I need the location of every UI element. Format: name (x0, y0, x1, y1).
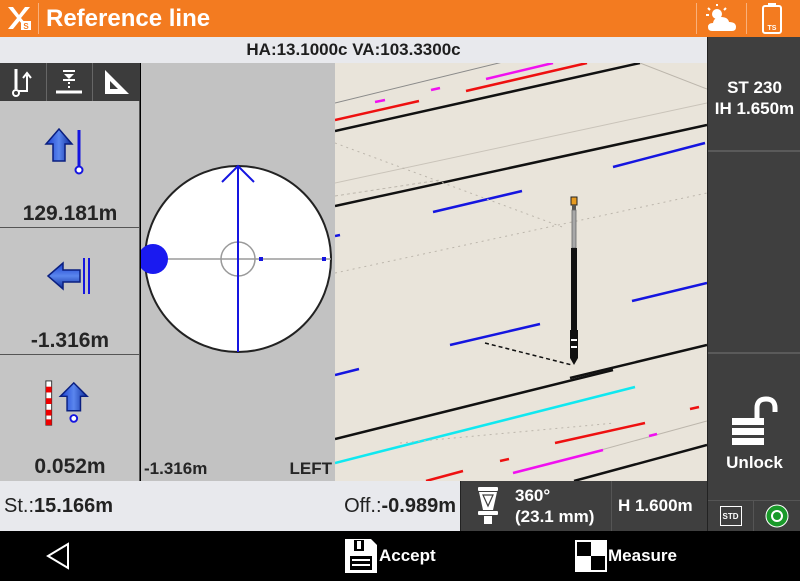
measure-mode-button[interactable]: STD (708, 501, 754, 531)
triangle-tool[interactable] (93, 63, 140, 101)
empty-panel-slot (708, 154, 800, 354)
cut-fill-value: 0.052m (34, 455, 106, 478)
back-icon[interactable] (40, 539, 80, 573)
scene-lines (335, 63, 707, 481)
tool-row (0, 63, 140, 101)
forward-arrow-icon (44, 127, 84, 175)
circle-side-label: LEFT (289, 459, 333, 478)
measure-label: Measure (608, 546, 677, 565)
prism-type: 360° (515, 486, 551, 505)
accept-label: Accept (379, 546, 436, 565)
3d-scene-view[interactable] (335, 63, 707, 481)
cut-fill-cell[interactable]: 0.052m (0, 355, 140, 481)
status-row: STD (708, 500, 800, 531)
bottom-nav-bar: Accept Measure (0, 531, 800, 581)
forward-distance-value: 129.181m (22, 202, 118, 225)
station-readout: St.:15.166m (4, 495, 113, 518)
status-ok-icon (765, 504, 789, 528)
station-label: St.: (4, 495, 35, 517)
target-circle[interactable] (141, 63, 335, 453)
std-mode-badge: STD (719, 506, 742, 526)
prism-constant: (23.1 mm) (515, 507, 595, 526)
station-setup-button[interactable]: ST 230 IH 1.650m (708, 37, 800, 152)
connection-status-button[interactable] (754, 501, 800, 531)
target-circle-panel: -1.316m LEFT (141, 63, 335, 481)
instrument-height: IH 1.650m (714, 99, 795, 118)
offset-readout: Off.:-0.989m (344, 495, 456, 518)
x-survey-logo-icon[interactable]: S (6, 5, 32, 31)
angle-readout: HA:13.1000c VA:103.3300c (246, 40, 461, 59)
partly-sunny-icon[interactable] (704, 3, 740, 33)
right-panel: ST 230 IH 1.650m Unlock STD (707, 37, 800, 531)
unlock-label: Unlock (726, 453, 783, 472)
level-marker-icon (56, 70, 83, 94)
title-divider (38, 3, 39, 34)
lateral-offset-value: -1.316m (30, 329, 110, 352)
svg-text:S: S (23, 22, 29, 31)
title-bar: S Reference line TS (0, 0, 800, 37)
forward-distance-cell[interactable]: 129.181m (0, 101, 140, 228)
station-value: 15.166m (34, 495, 113, 517)
lateral-offset-cell[interactable]: -1.316m (0, 228, 140, 355)
unlock-icon (732, 396, 778, 445)
page-title: Reference line (46, 5, 211, 32)
target-marker (259, 257, 263, 261)
level-tool[interactable] (47, 63, 94, 101)
circle-offset-value: -1.316m (144, 459, 208, 478)
accept-button[interactable]: Accept (343, 537, 436, 575)
offset-dashed-line (484, 342, 573, 366)
target-height[interactable]: H 1.600m (618, 496, 693, 516)
offset-value: -0.989m (381, 495, 457, 517)
angles-bar: HA:13.1000c VA:103.3300c (0, 37, 707, 63)
save-disk-icon (345, 539, 377, 573)
stakeout-values-panel: 129.181m -1.316m 0.052m (0, 63, 140, 481)
title-divider (746, 3, 747, 34)
fill-up-arrow-icon (45, 380, 89, 426)
station-name: ST 230 (727, 78, 782, 97)
scene-canvas[interactable] (335, 63, 707, 481)
battery-ts-icon[interactable]: TS (760, 2, 784, 35)
prism-pole-icon (484, 196, 578, 366)
left-arrow-icon (46, 258, 90, 294)
prism-divider (611, 481, 612, 531)
svg-text:TS: TS (768, 25, 777, 32)
title-divider (696, 3, 697, 34)
target-marker (322, 257, 326, 261)
measure-button[interactable]: Measure (574, 537, 677, 575)
offset-label: Off.: (344, 495, 382, 517)
stakeout-direction-tool[interactable] (0, 63, 47, 101)
unlock-button[interactable]: Unlock (708, 356, 800, 500)
set-square-icon (105, 70, 130, 94)
prism-settings-button[interactable]: 360° (23.1 mm) H 1.600m (460, 481, 707, 531)
measure-target-icon (575, 540, 607, 572)
pole-arrow-icon (11, 69, 32, 97)
360-prism-icon (478, 487, 498, 524)
station-offset-bar: St.:15.166m Off.:-0.989m (0, 481, 460, 531)
